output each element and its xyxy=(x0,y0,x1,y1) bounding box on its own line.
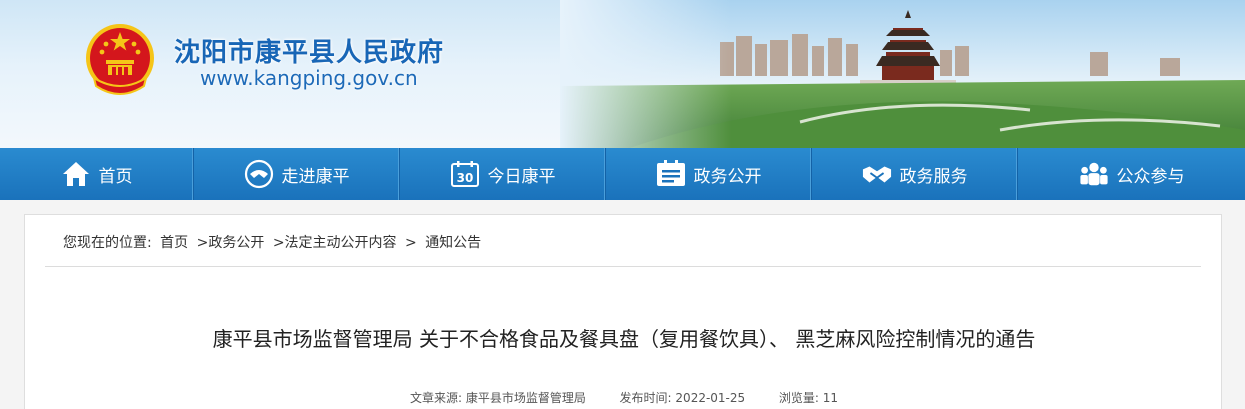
divider xyxy=(45,266,1201,267)
nav-item-label: 公众参与 xyxy=(1116,166,1185,187)
views-label: 浏览量: xyxy=(778,391,819,405)
nav-item-gov-affairs[interactable]: 政务公开 xyxy=(606,148,812,200)
nav-item-gov-services[interactable]: 政务服务 xyxy=(812,148,1018,200)
date-label: 发布时间: xyxy=(619,391,672,405)
source-label: 文章来源: xyxy=(410,391,463,405)
nav-item-label: 政务服务 xyxy=(899,166,968,187)
breadcrumb: 您现在的位置: 首页 >政务公开 >法定主动公开内容 > 通知公告 xyxy=(63,232,485,252)
header-banner: 沈阳市康平县人民政府 www.kangping.gov.cn xyxy=(0,0,1245,148)
breadcrumb-gov-affairs[interactable]: >政务公开 xyxy=(197,235,265,251)
nav-item-public-participation[interactable]: 公众参与 xyxy=(1018,148,1245,200)
article-title: 康平县市场监督管理局 关于不合格食品及餐具盘（复用餐饮具）、 黑芝麻风险控制情况… xyxy=(212,327,1036,351)
people-group-icon xyxy=(1079,159,1109,189)
nav-item-home[interactable]: 首页 xyxy=(0,148,194,200)
site-url: www.kangping.gov.cn xyxy=(200,66,418,90)
nav-item-label: 首页 xyxy=(98,166,133,187)
nav-item-label: 政务公开 xyxy=(693,166,762,187)
breadcrumb-separator: > xyxy=(405,235,417,251)
home-icon xyxy=(61,159,91,189)
breadcrumb-notices[interactable]: 通知公告 xyxy=(425,235,481,251)
source-value: 康平县市场监督管理局 xyxy=(465,391,586,405)
views-value: 11 xyxy=(822,391,838,405)
nav-item-label: 今日康平 xyxy=(487,166,556,187)
national-emblem-icon xyxy=(86,24,154,95)
nav-item-today[interactable]: 30 今日康平 xyxy=(400,148,606,200)
site-title: 沈阳市康平县人民政府 xyxy=(174,38,445,68)
calendar-30-icon: 30 xyxy=(450,159,480,189)
city-scenery-image xyxy=(560,0,1245,148)
nav-item-about[interactable]: 走进康平 xyxy=(194,148,400,200)
article-meta: 文章来源: 康平县市场监督管理局 发布时间: 2022-01-25 浏览量: 1… xyxy=(25,389,1223,406)
nav-item-label: 走进康平 xyxy=(281,166,350,187)
breadcrumb-home[interactable]: 首页 xyxy=(160,235,188,251)
date-value: 2022-01-25 xyxy=(675,391,746,405)
breadcrumb-prefix: 您现在的位置: xyxy=(63,235,152,251)
document-list-icon xyxy=(656,159,686,189)
breadcrumb-statutory-content[interactable]: >法定主动公开内容 xyxy=(273,235,397,251)
handshake-icon xyxy=(862,159,892,189)
main-nav: 首页 走进康平 30 今日康平 政务公开 政务服务 公众参与 xyxy=(0,148,1245,200)
content-panel: 您现在的位置: 首页 >政务公开 >法定主动公开内容 > 通知公告 康平县市场监… xyxy=(24,214,1222,409)
handshake-circle-icon xyxy=(244,159,274,189)
svg-text:30: 30 xyxy=(456,171,473,185)
